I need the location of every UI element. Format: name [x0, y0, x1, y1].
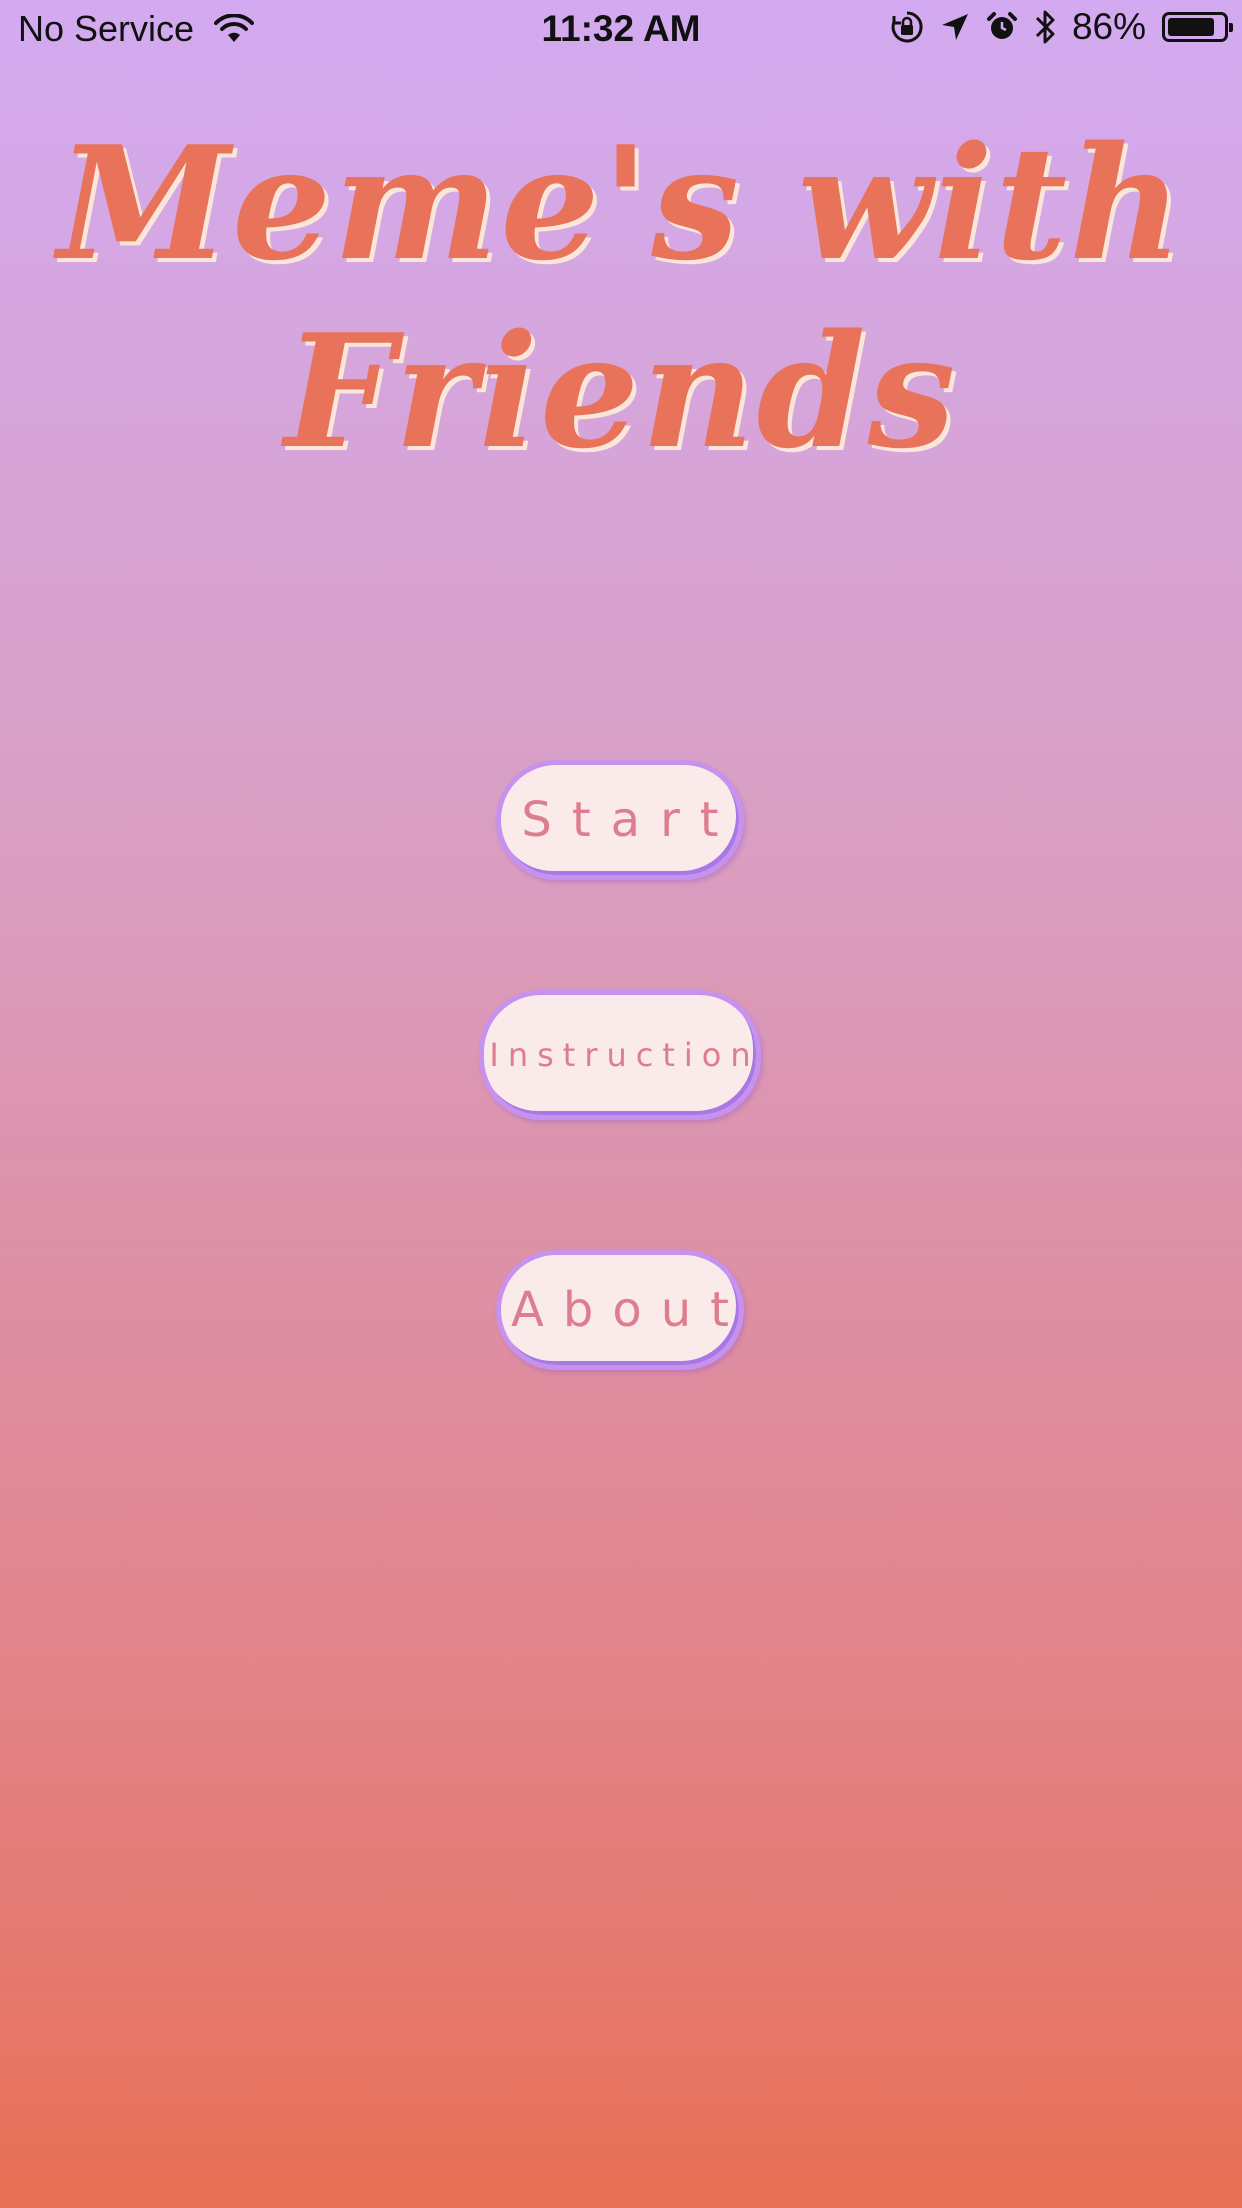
status-right: 86% — [890, 6, 1233, 48]
bluetooth-icon — [1034, 8, 1056, 46]
instruction-button[interactable]: Instruction — [479, 990, 761, 1120]
instruction-button-label: Instruction — [489, 1036, 760, 1074]
location-arrow-icon — [940, 12, 970, 42]
app-title-line-2: Friends — [284, 300, 958, 483]
app-title-line-1: Meme's with — [57, 112, 1185, 295]
status-bar: No Service 11:32 AM 86% — [0, 0, 1242, 62]
about-button[interactable]: About — [496, 1250, 744, 1370]
orientation-lock-icon — [890, 10, 924, 44]
alarm-icon — [986, 11, 1018, 43]
about-button-label: About — [511, 1282, 748, 1338]
battery-icon — [1162, 12, 1233, 42]
start-button[interactable]: Start — [496, 760, 744, 880]
start-button-label: Start — [521, 792, 739, 848]
battery-fill — [1168, 18, 1214, 36]
battery-percent: 86% — [1071, 6, 1146, 47]
app-title: Meme's with Friends — [0, 110, 1242, 486]
